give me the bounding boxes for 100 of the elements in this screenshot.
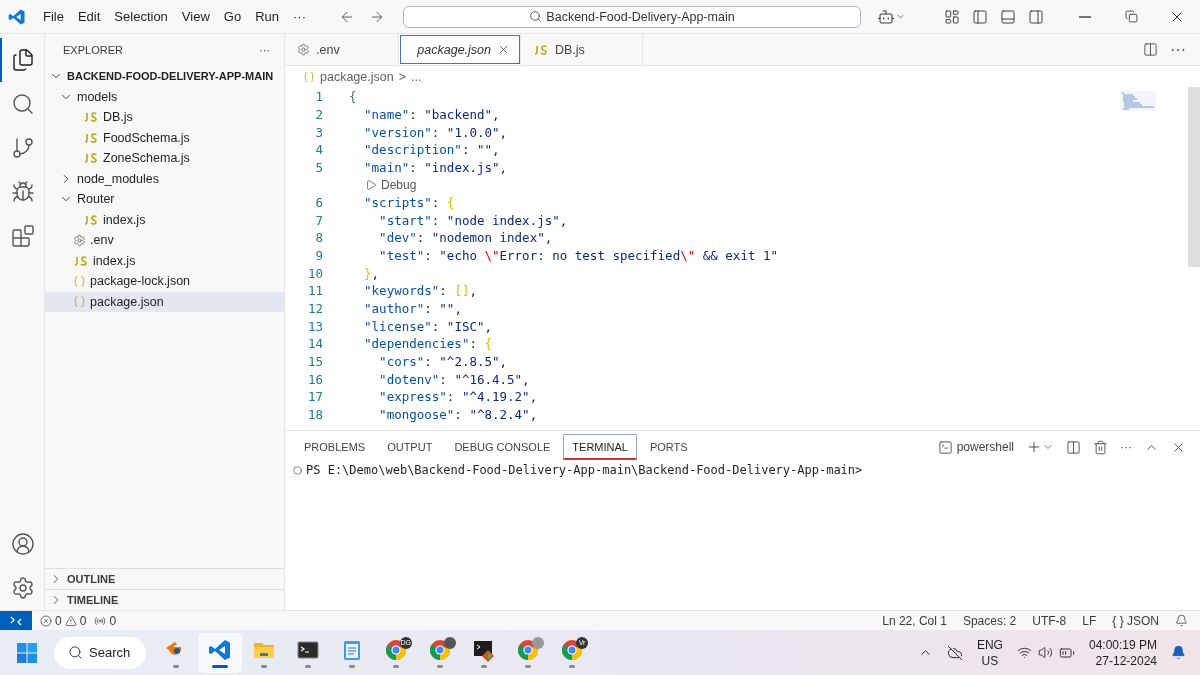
line-number: 2: [314, 106, 323, 122]
explorer-folder[interactable]: Router: [45, 189, 284, 210]
status-item[interactable]: Spaces: 2: [962, 613, 1017, 628]
js-file-icon: [73, 255, 89, 266]
braces-icon: [73, 295, 86, 309]
status-item[interactable]: Ln 22, Col 1: [882, 613, 947, 628]
menu-item[interactable]: Run: [248, 9, 286, 24]
explorer-folder[interactable]: BACKEND-FOOD-DELIVERY-APP-MAIN: [45, 66, 284, 87]
editor-tab[interactable]: package.json: [399, 34, 521, 65]
settings-icon: [11, 576, 35, 600]
panel-left-icon[interactable]: [972, 8, 988, 25]
circle-icon: [293, 465, 302, 475]
explorer-file[interactable]: ZoneSchema.js: [45, 148, 284, 169]
cloud-icon[interactable]: [946, 644, 963, 661]
remote-button[interactable]: [0, 610, 32, 631]
branch-icon: [11, 136, 35, 160]
line-number: 12: [306, 301, 323, 316]
menu-item[interactable]: Selection: [107, 9, 175, 24]
explorer-file[interactable]: index.js: [45, 209, 284, 230]
line-number: 7: [314, 212, 323, 228]
more-button[interactable]: ···: [259, 44, 270, 56]
line-number: 17: [306, 389, 323, 405]
taskbar-search-field[interactable]: Search: [54, 636, 146, 669]
explorer-folder[interactable]: models: [45, 86, 284, 107]
line-number: 8: [314, 230, 323, 246]
line-number: 6: [314, 195, 323, 211]
warning-icon: [64, 614, 77, 627]
panel-tab[interactable]: TERMINAL: [563, 434, 637, 460]
line-number: 10: [306, 265, 323, 281]
line-number: 13: [306, 318, 323, 334]
restore-icon: [1124, 10, 1138, 23]
menu-item[interactable]: File: [36, 9, 71, 24]
split-icon[interactable]: [1066, 439, 1081, 455]
braces-icon: [303, 70, 315, 83]
trash-icon[interactable]: [1093, 439, 1108, 455]
panel-right-icon[interactable]: [1028, 8, 1044, 25]
search-icon: [529, 10, 543, 23]
terminal-icon: [937, 439, 953, 455]
language-indicator[interactable]: ENG US: [976, 636, 1003, 669]
code-editor-icon: [208, 637, 232, 662]
gear-icon: [297, 43, 310, 56]
taskbar-app-button[interactable]: [198, 632, 242, 673]
line-number: 4: [314, 142, 323, 158]
terminal-name[interactable]: powershell: [956, 440, 1014, 454]
breadcrumb-item[interactable]: package.json: [320, 69, 394, 84]
status-item[interactable]: LF: [1082, 613, 1097, 628]
line-number: 11: [306, 283, 323, 299]
breadcrumb-separator: >: [398, 69, 406, 84]
scrollbar-thumb[interactable]: [1188, 87, 1200, 267]
clock[interactable]: 04:00:19 PM 27-12-2024: [1088, 636, 1157, 669]
notification-icon[interactable]: [1171, 645, 1186, 660]
layout-icon[interactable]: [944, 8, 960, 25]
app-logo-icon: [8, 7, 26, 26]
menu-item[interactable]: Edit: [70, 9, 108, 24]
js-file-icon: [533, 44, 549, 55]
terminal-prompt: PS E:\Demo\web\Backend-Food-Delivery-App-main\Backend-Food-Delivery-App-main>: [306, 463, 863, 477]
ports-status[interactable]: 0: [94, 613, 117, 628]
code-line: "main": "index.js",: [363, 159, 508, 175]
code-line: "license": "ISC",: [363, 318, 493, 334]
volume-icon[interactable]: [1037, 644, 1053, 660]
panel-tab[interactable]: PORTS: [640, 434, 697, 460]
wifi-icon[interactable]: [1016, 644, 1032, 660]
code-line: {: [349, 89, 357, 105]
play-icon: [365, 179, 377, 191]
remote-icon: [10, 614, 22, 627]
bell-icon[interactable]: [1175, 614, 1188, 627]
status-item[interactable]: UTF-8: [1032, 613, 1067, 628]
explorer-folder[interactable]: node_modules: [45, 168, 284, 189]
js-file-icon: [83, 112, 99, 123]
more-button[interactable]: ···: [1120, 440, 1132, 454]
line-number: 9: [314, 248, 323, 264]
panel-bottom-icon[interactable]: [1000, 8, 1016, 25]
windows-start-icon[interactable]: [16, 641, 38, 664]
antenna-icon: [94, 614, 107, 627]
explorer-file[interactable]: index.js: [45, 250, 284, 271]
code-line: "scripts": {: [363, 195, 455, 211]
sidebar-section-header[interactable]: OUTLINE: [45, 568, 284, 589]
panel-tab[interactable]: DEBUG CONSOLE: [445, 434, 560, 460]
breadcrumb-item[interactable]: ...: [411, 69, 422, 84]
explorer-file[interactable]: package-lock.json: [45, 271, 284, 292]
robot-icon[interactable]: [877, 7, 895, 26]
menu-item[interactable]: View: [174, 9, 217, 24]
explorer-file[interactable]: FoodSchema.js: [45, 127, 284, 148]
explorer-file[interactable]: .env: [45, 230, 284, 251]
menu-item[interactable]: ···: [286, 9, 313, 24]
more-button[interactable]: ···: [1170, 40, 1186, 59]
status-item[interactable]: { } JSON: [1112, 613, 1159, 628]
menu-item[interactable]: Go: [216, 9, 249, 24]
problems-status[interactable]: 0 0: [40, 613, 87, 628]
line-number: 3: [314, 124, 323, 140]
panel-tab[interactable]: PROBLEMS: [295, 434, 375, 460]
split-editor-icon[interactable]: [1143, 42, 1158, 57]
debug-codelens-link[interactable]: Debug: [381, 178, 417, 192]
close-icon[interactable]: [497, 43, 510, 56]
explorer-file[interactable]: package.json: [45, 291, 284, 312]
explorer-file[interactable]: DB.js: [45, 107, 284, 128]
extensions-icon: [11, 224, 35, 248]
minimize-icon: [1079, 15, 1091, 18]
panel-tab[interactable]: OUTPUT: [378, 434, 442, 460]
command-search-field[interactable]: Backend-Food-Delivery-App-main: [403, 5, 861, 28]
